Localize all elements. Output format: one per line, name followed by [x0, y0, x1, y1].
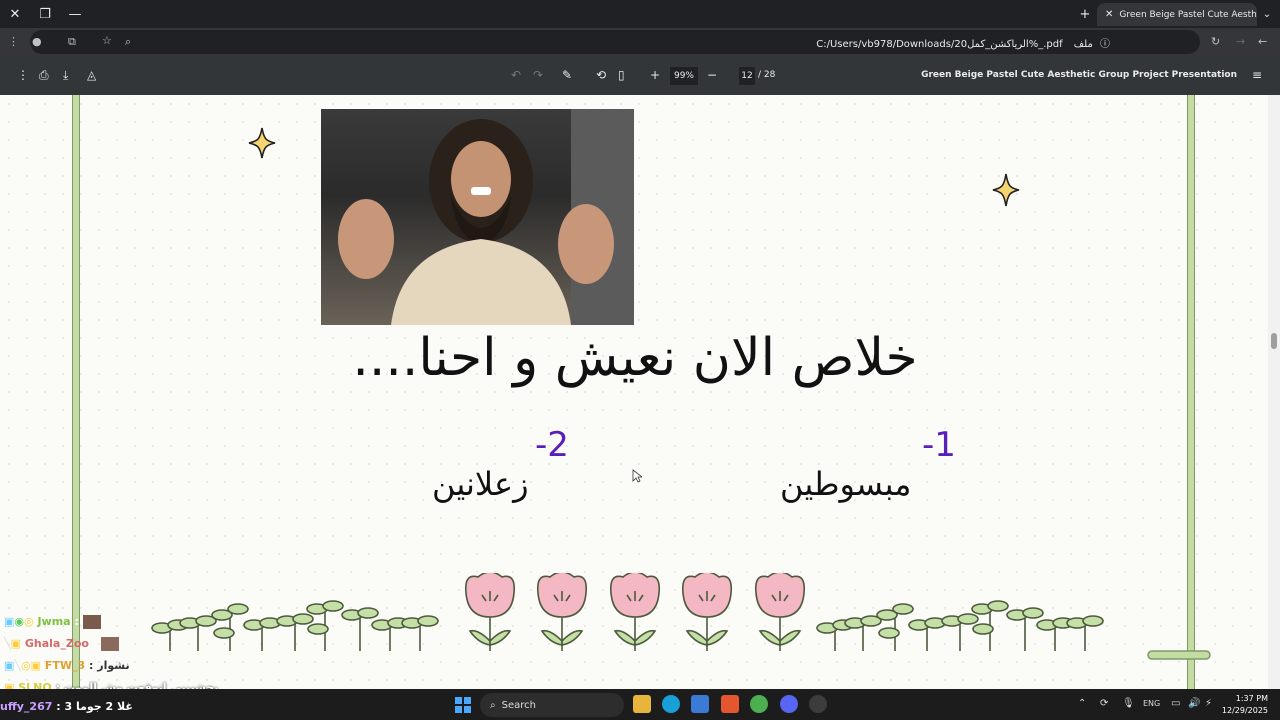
outline-menu-icon[interactable]: ≡	[1252, 68, 1262, 82]
tab-title: Green Beige Pastel Cute Aesthetic Group …	[1119, 9, 1257, 20]
battery-icon[interactable]: ⚡	[1205, 698, 1212, 709]
taskbar-search[interactable]: ⌕ Search	[480, 693, 624, 717]
new-tab-button[interactable]: +	[1070, 0, 1100, 28]
file-explorer-icon[interactable]	[633, 695, 651, 713]
pdf-page: خلاص الان نعيش و احنا.... -1 مبسوطين -2 …	[0, 95, 1268, 689]
chat-user: Ghala_Zoo	[24, 637, 89, 650]
search-icon: ⌕	[490, 699, 496, 711]
chat-text: : يحشيييي اتوقعت وش الموت	[55, 681, 219, 689]
print-icon[interactable]: ⎙	[39, 68, 49, 83]
item-number-1: -1	[922, 425, 956, 465]
document-title: Green Beige Pastel Cute Aesthetic Group …	[921, 70, 1237, 80]
chat-text: :	[74, 615, 79, 628]
undo-icon[interactable]: ↶	[511, 68, 521, 82]
close-window-button[interactable]: ✕	[0, 0, 30, 28]
title-bar: ✕ ❐ — + ✕ Green Beige Pastel Cute Aesthe…	[0, 0, 1280, 28]
person-waving-image	[338, 109, 634, 325]
chat-user: SLNO	[18, 681, 52, 689]
item-word-1: مبسوطين	[780, 465, 912, 503]
zoom-out-icon[interactable]: −	[707, 68, 717, 82]
rotate-icon[interactable]: ⟲	[596, 68, 606, 82]
restore-window-button[interactable]: ❐	[30, 0, 60, 28]
bookmark-star-icon[interactable]: ☆	[102, 34, 112, 47]
tab-search-icon[interactable]: ⌄	[1252, 0, 1280, 28]
clock-date: 12/29/2025	[1221, 706, 1268, 715]
windows-start-icon[interactable]	[455, 697, 471, 713]
system-clock[interactable]: 1:37 PM 12/29/2025	[1222, 693, 1268, 717]
page-total: / 28	[758, 70, 776, 80]
discord-icon[interactable]	[780, 695, 798, 713]
garden-decoration	[151, 573, 1104, 651]
brave-icon[interactable]	[721, 695, 739, 713]
emote-icon	[101, 637, 120, 651]
reaction-photo	[321, 109, 634, 325]
address-row: ⋮ ● ⧉ ☆ ⌕ C:/Users/vb978/Downloads/الريا…	[0, 28, 1280, 56]
close-tab-icon[interactable]: ✕	[1105, 9, 1113, 20]
zoom-field[interactable]: 99%	[670, 67, 698, 85]
chat-text: : نشوار	[89, 659, 130, 672]
chat-line: ▣ SLNO : يحشيييي اتوقعت وش الموت	[4, 681, 218, 689]
obs-icon[interactable]	[809, 695, 827, 713]
page-scrollbar[interactable]	[1268, 95, 1280, 689]
info-icon[interactable]: ⓘ	[1100, 39, 1110, 50]
extensions-icon[interactable]: ⧉	[68, 35, 76, 49]
left-border-stem	[72, 95, 80, 689]
redo-icon[interactable]: ↷	[533, 68, 543, 82]
omnibox[interactable]: ● ⧉ ☆ ⌕ C:/Users/vb978/Downloads/الرياكش…	[30, 30, 1200, 54]
download-icon[interactable]: ⤓	[63, 68, 68, 83]
chat-line: ▣╲◎▣ FTW_3 : نشوار	[4, 659, 130, 672]
item-number-2: -2	[535, 425, 569, 465]
tray-chevron-icon[interactable]: ⌃	[1078, 698, 1086, 709]
pdf-toolbar: ⋮ ⎙ ⤓ ◬ ↶ ↷ ✎ ⟲ ▯ + 99% − 12 / 28 Green …	[0, 56, 1280, 95]
minimize-window-button[interactable]: —	[60, 0, 90, 28]
search-label: Search	[501, 699, 536, 711]
clock-time: 1:37 PM	[1235, 694, 1268, 703]
chat-user: FTW_3	[44, 659, 86, 672]
back-icon[interactable]: ←	[1258, 35, 1267, 48]
more-options-icon[interactable]: ⋮	[17, 68, 29, 82]
chat-user: uffy_267	[0, 700, 53, 713]
drive-icon[interactable]: ◬	[87, 68, 96, 82]
sparkle-icon	[992, 173, 1020, 207]
slide-headline: خلاص الان نعيش و احنا....	[352, 328, 918, 388]
chat-text: :	[92, 637, 98, 650]
zoom-in-icon[interactable]: +	[650, 68, 660, 82]
language-indicator[interactable]: ENG	[1143, 699, 1160, 708]
forward-icon[interactable]: →	[1236, 35, 1245, 48]
emote-icon	[82, 615, 101, 629]
taskbar: uffy_267 : غلا 2 جوما 3 ⌕ Search ⌃ ⟳ 🎙 E…	[0, 689, 1280, 720]
right-border-stem	[1187, 95, 1195, 689]
scrollbar-thumb[interactable]	[1271, 333, 1277, 349]
chat-line: ▣◉◎ Jwma :	[4, 615, 101, 629]
volume-icon[interactable]: 🔊	[1188, 698, 1200, 709]
page-number-input[interactable]: 12	[739, 67, 755, 85]
chat-line: ╲▣ Ghala_Zoo :	[4, 637, 120, 651]
browser-tab[interactable]: ✕ Green Beige Pastel Cute Aesthetic Grou…	[1097, 3, 1257, 26]
edge-icon[interactable]	[662, 695, 680, 713]
store-icon[interactable]	[691, 695, 709, 713]
profile-icon[interactable]: ●	[32, 35, 42, 48]
menu-dots-icon[interactable]: ⋮	[8, 35, 19, 48]
chrome-icon[interactable]	[750, 695, 768, 713]
fit-page-icon[interactable]: ▯	[618, 68, 625, 82]
sparkle-icon	[248, 127, 276, 159]
right-border-cross	[1147, 650, 1211, 660]
url-file-label: ملف	[1073, 39, 1093, 50]
sync-icon[interactable]: ⟳	[1100, 698, 1108, 709]
network-icon[interactable]: ▭	[1171, 698, 1180, 709]
reload-icon[interactable]: ↻	[1211, 35, 1220, 48]
url-path: C:/Users/vb978/Downloads/الرياكشن_كمل20%…	[816, 39, 1063, 50]
url-text[interactable]: C:/Users/vb978/Downloads/الرياكشن_كمل20%…	[816, 35, 1110, 50]
item-word-2: زعلانين	[432, 465, 529, 503]
chat-user: Jwma	[37, 615, 71, 628]
mouse-cursor-icon	[632, 469, 642, 483]
microphone-icon[interactable]: 🎙	[1122, 698, 1135, 709]
draw-icon[interactable]: ✎	[562, 68, 572, 82]
chat-text: : غلا 2 جوما 3	[56, 700, 133, 713]
chat-line: uffy_267 : غلا 2 جوما 3	[0, 700, 133, 713]
zoom-lens-icon[interactable]: ⌕	[125, 35, 131, 49]
